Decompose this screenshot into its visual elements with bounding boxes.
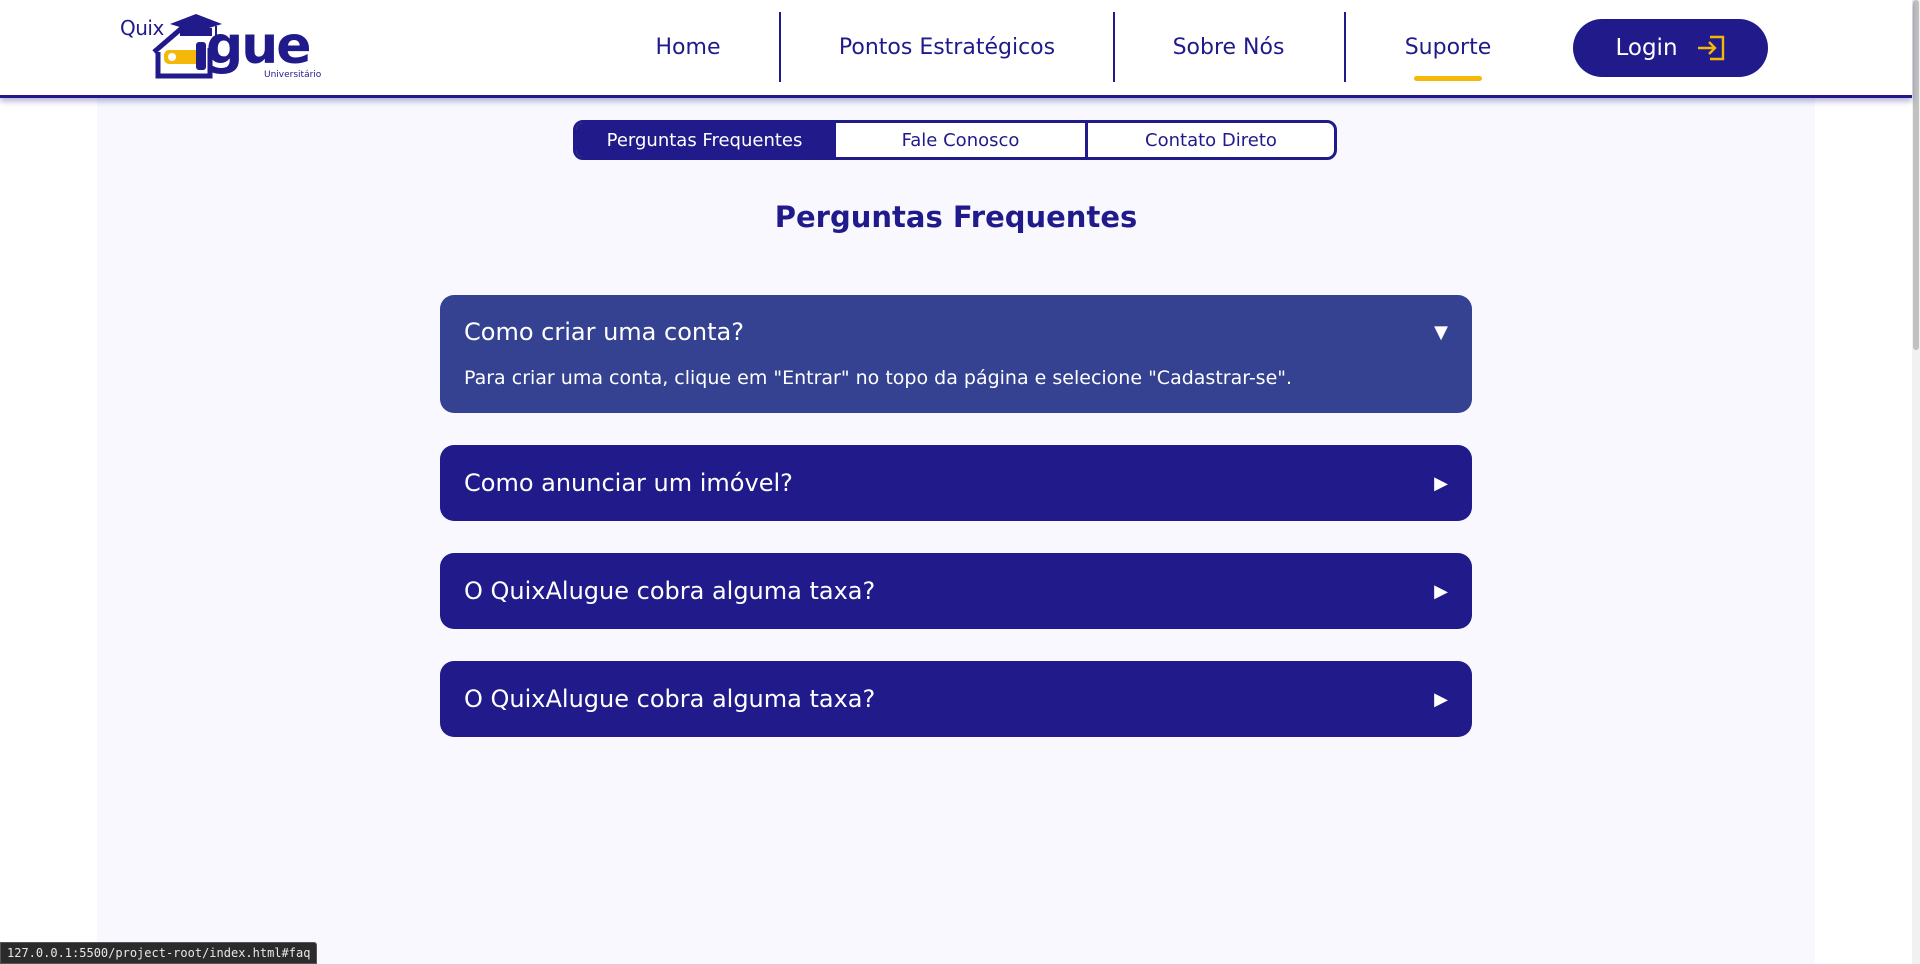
logo-wordmark: gue (206, 16, 312, 76)
login-button-label: Login (1615, 35, 1678, 61)
page-title: Perguntas Frequentes (774, 200, 1138, 234)
sign-in-icon (1697, 35, 1724, 61)
logo-tagline: Universitário (264, 70, 322, 80)
faq-item-fees-duplicate[interactable]: O QuixAlugue cobra alguma taxa? ▶ (440, 661, 1472, 737)
nav-home-link[interactable]: Home (640, 0, 736, 95)
scrollbar-thumb[interactable] (1913, 0, 1919, 350)
faq-question: Como criar uma conta? (464, 318, 744, 346)
faq-answer: Para criar uma conta, clique em "Entrar"… (464, 367, 1293, 389)
login-button[interactable]: Login (1573, 19, 1768, 77)
nav-sobre-nos-link[interactable]: Sobre Nós (1150, 0, 1307, 95)
nav-divider (779, 12, 781, 82)
tab-perguntas-frequentes[interactable]: Perguntas Frequentes (576, 123, 833, 157)
nav-pontos-estrategicos-link[interactable]: Pontos Estratégicos (820, 0, 1074, 95)
faq-question: O QuixAlugue cobra alguma taxa? (464, 685, 876, 713)
expand-arrow-icon: ▶ (1434, 688, 1448, 710)
tab-contato-direto[interactable]: Contato Direto (1085, 123, 1334, 157)
expand-arrow-icon: ▶ (1434, 472, 1448, 494)
faq-question: Como anunciar um imóvel? (464, 469, 793, 497)
site-logo[interactable]: Quix gue Universitário (118, 10, 328, 85)
support-tabs: Perguntas Frequentes Fale Conosco Contat… (573, 120, 1337, 160)
collapse-arrow-icon: ▼ (1434, 321, 1448, 343)
nav-divider (1113, 12, 1115, 82)
nav-divider (1344, 12, 1346, 82)
faq-question: O QuixAlugue cobra alguma taxa? (464, 577, 876, 605)
faq-item-fees[interactable]: O QuixAlugue cobra alguma taxa? ▶ (440, 553, 1472, 629)
expand-arrow-icon: ▶ (1434, 580, 1448, 602)
active-nav-indicator (1414, 76, 1482, 81)
link-status-url: 127.0.0.1:5500/project-root/index.html#f… (0, 942, 318, 964)
faq-item-announce-property[interactable]: Como anunciar um imóvel? ▶ (440, 445, 1472, 521)
tab-fale-conosco[interactable]: Fale Conosco (833, 123, 1085, 157)
faq-item-create-account[interactable]: Como criar uma conta? ▼ Para criar uma c… (440, 295, 1472, 413)
top-navigation-bar: Quix gue Universitário Home Pontos Estra… (0, 0, 1912, 98)
